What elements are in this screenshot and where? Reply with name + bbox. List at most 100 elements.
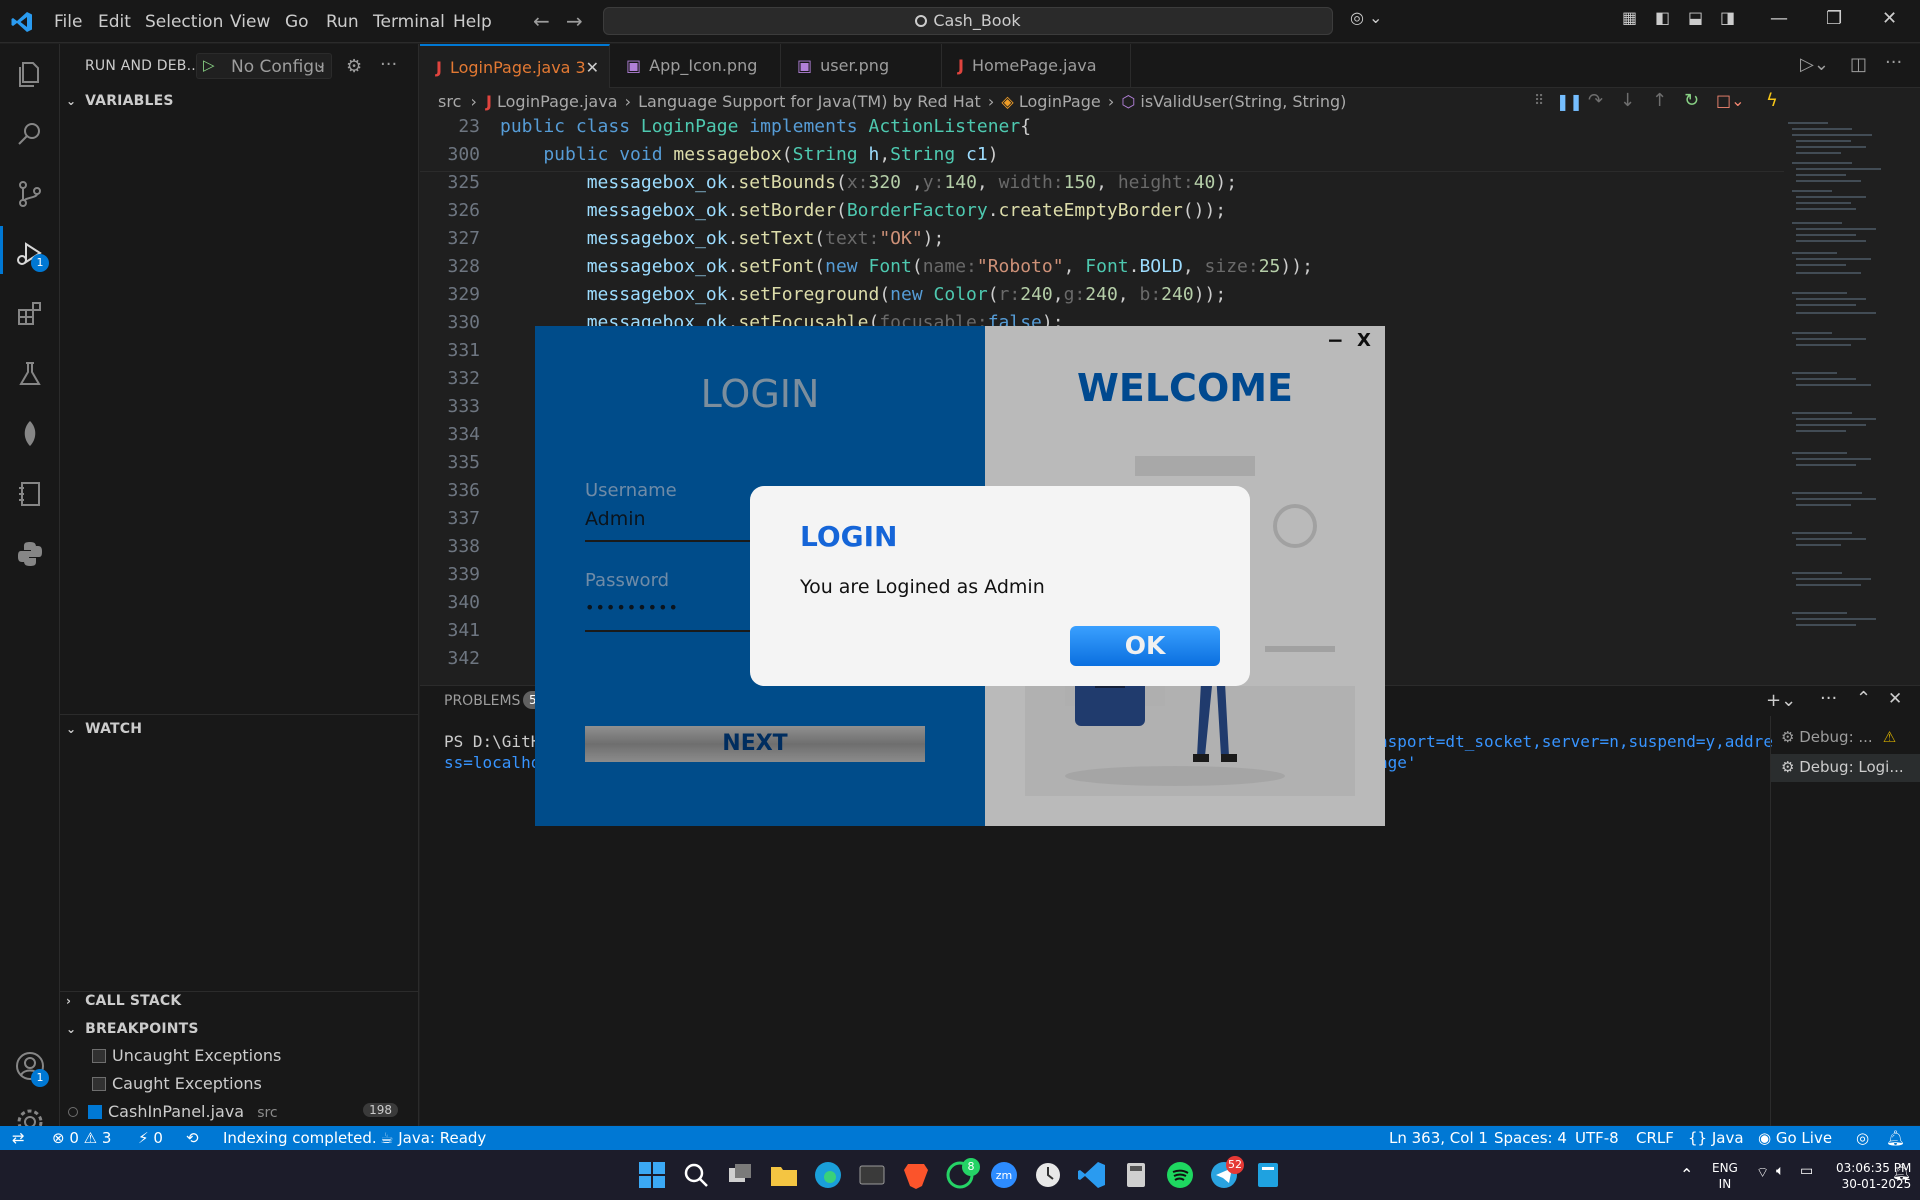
search-icon[interactable] xyxy=(14,118,46,150)
indexing-status[interactable]: Indexing completed. xyxy=(223,1129,377,1147)
python-icon[interactable] xyxy=(14,538,46,570)
input-language[interactable]: ENG IN xyxy=(1712,1160,1738,1192)
spotify-icon[interactable] xyxy=(1164,1159,1196,1191)
breadcrumb-src[interactable]: src xyxy=(438,92,461,111)
step-out-icon[interactable]: ↑ xyxy=(1652,90,1667,111)
calculator-icon[interactable] xyxy=(1120,1159,1152,1191)
menu-help[interactable]: Help xyxy=(453,12,492,32)
restart-icon[interactable]: ↻ xyxy=(1684,90,1699,111)
tab-problems[interactable]: PROBLEMS xyxy=(444,693,520,709)
stop-icon[interactable]: □⌄ xyxy=(1716,91,1745,110)
windows-start-icon[interactable] xyxy=(636,1159,668,1191)
forward-arrow-icon[interactable]: → xyxy=(566,9,583,33)
tab-homepage[interactable]: J HomePage.java xyxy=(942,44,1131,88)
new-terminal-icon[interactable]: +⌄ xyxy=(1766,690,1796,711)
settings-gear-icon[interactable]: ⚙ xyxy=(346,56,362,77)
copilot-icon[interactable]: ◎ ⌄ xyxy=(1350,8,1382,27)
breakpoint-row[interactable]: CashInPanel.java src 198 xyxy=(68,1102,408,1121)
notification-center-icon[interactable]: 🔔︎ xyxy=(1892,1163,1911,1181)
minimize-window-icon[interactable]: — xyxy=(1770,8,1788,29)
remote-icon[interactable]: ⇄ xyxy=(12,1129,25,1147)
breakpoint-row[interactable]: Uncaught Exceptions xyxy=(92,1046,281,1065)
taskbar-search-icon[interactable] xyxy=(680,1159,712,1191)
breadcrumb-class[interactable]: LoginPage xyxy=(1019,92,1101,111)
encoding[interactable]: UTF-8 xyxy=(1575,1129,1619,1147)
mongodb-leaf-icon[interactable] xyxy=(14,418,46,450)
tab-loginpage[interactable]: J LoginPage.java 3 ✕ xyxy=(420,44,610,88)
language-mode[interactable]: {} Java xyxy=(1688,1129,1744,1147)
java-app-taskbar-icon[interactable] xyxy=(1252,1159,1284,1191)
terminal-session-active[interactable]: ⚙ Debug: Logi... xyxy=(1771,754,1920,782)
java-status[interactable]: ☕ Java: Ready xyxy=(380,1129,486,1147)
go-live[interactable]: ◉ Go Live xyxy=(1758,1129,1832,1147)
menu-run[interactable]: Run xyxy=(326,12,359,32)
notifications-bell-icon[interactable]: 🔔︎ xyxy=(1886,1129,1905,1147)
menu-view[interactable]: View xyxy=(230,12,270,32)
clock-app-icon[interactable] xyxy=(1032,1159,1064,1191)
ports-status[interactable]: ⚡ 0 xyxy=(138,1129,163,1147)
start-debug-icon[interactable]: ▷ xyxy=(203,56,215,74)
more-actions-icon[interactable]: ··· xyxy=(1820,688,1837,709)
explorer-icon[interactable] xyxy=(14,58,46,90)
file-explorer-icon[interactable] xyxy=(768,1159,800,1191)
show-hidden-icons-icon[interactable]: ⌃ xyxy=(1680,1165,1693,1184)
breakpoint-checkbox[interactable] xyxy=(88,1105,102,1119)
more-actions-icon[interactable]: ··· xyxy=(380,54,397,75)
ok-button[interactable]: OK xyxy=(1070,626,1220,666)
brave-browser-icon[interactable] xyxy=(900,1159,932,1191)
tab-user-png[interactable]: ▣ user.png xyxy=(781,44,942,88)
battery-icon[interactable]: ▭ xyxy=(1800,1163,1813,1179)
indentation[interactable]: Spaces: 4 xyxy=(1494,1129,1567,1147)
tab-app-icon[interactable]: ▣ App_Icon.png xyxy=(610,44,781,88)
zoom-icon[interactable]: zm xyxy=(988,1159,1020,1191)
step-into-icon[interactable]: ↓ xyxy=(1620,90,1635,111)
watch-section-header[interactable]: ⌄ WATCH xyxy=(66,721,142,737)
breakpoint-row[interactable]: Caught Exceptions xyxy=(92,1074,262,1093)
drag-handle-icon[interactable]: ⠿ xyxy=(1534,93,1544,109)
close-window-icon[interactable]: ✕ xyxy=(1882,8,1897,29)
terminal-session[interactable]: ⚙ Debug: ... ⚠ xyxy=(1781,728,1896,746)
breakpoint-checkbox[interactable] xyxy=(92,1077,106,1091)
breadcrumb-extension[interactable]: Language Support for Java(TM) by Red Hat xyxy=(638,92,981,111)
menu-edit[interactable]: Edit xyxy=(98,12,131,32)
more-actions-icon[interactable]: ··· xyxy=(1885,52,1902,73)
edge-browser-icon[interactable] xyxy=(812,1159,844,1191)
task-view-icon[interactable] xyxy=(724,1159,756,1191)
source-control-icon[interactable] xyxy=(14,178,46,210)
notebook-icon[interactable] xyxy=(14,478,46,510)
vscode-taskbar-icon[interactable] xyxy=(1076,1159,1108,1191)
debug-config-select[interactable]: ▷ No Configu ⌄ xyxy=(196,53,332,79)
restore-window-icon[interactable]: ❐ xyxy=(1826,8,1842,29)
minimap[interactable] xyxy=(1786,112,1906,672)
menu-file[interactable]: File xyxy=(54,12,82,32)
problems-status[interactable]: ⊗ 0 ⚠ 3 xyxy=(52,1129,111,1147)
breadcrumb-file[interactable]: LoginPage.java xyxy=(497,92,618,111)
toggle-sidebar-icon[interactable]: ◧ xyxy=(1655,8,1670,27)
breadcrumb-method[interactable]: isValidUser(String, String) xyxy=(1140,92,1346,111)
menu-go[interactable]: Go xyxy=(285,12,309,32)
run-debug-split-icon[interactable]: ▷⌄ xyxy=(1800,54,1829,75)
copilot-status-icon[interactable]: ◎ xyxy=(1856,1129,1869,1147)
extensions-icon[interactable] xyxy=(14,298,46,330)
breakpoint-checkbox[interactable] xyxy=(92,1049,106,1063)
breakpoints-section-header[interactable]: ⌄ BREAKPOINTS xyxy=(66,1021,199,1037)
testing-flask-icon[interactable] xyxy=(14,358,46,390)
step-over-icon[interactable]: ↷ xyxy=(1588,90,1603,111)
call-stack-section-header[interactable]: › CALL STACK xyxy=(66,993,181,1009)
pause-icon[interactable]: ❚❚ xyxy=(1556,92,1583,111)
toggle-secondary-sidebar-icon[interactable]: ◨ xyxy=(1720,8,1735,27)
command-center-search[interactable]: Cash_Book xyxy=(603,7,1333,35)
split-editor-icon[interactable]: ◫ xyxy=(1850,54,1867,75)
menu-selection[interactable]: Selection xyxy=(145,12,223,32)
toggle-panel-icon[interactable]: ⬓ xyxy=(1688,8,1703,27)
close-panel-icon[interactable]: ✕ xyxy=(1888,689,1902,709)
variables-section-header[interactable]: ⌄ VARIABLES xyxy=(66,93,174,109)
maximize-panel-icon[interactable]: ⌃ xyxy=(1856,688,1871,709)
volume-icon[interactable]: 🔈︎ xyxy=(1776,1163,1784,1179)
close-tab-icon[interactable]: ✕ xyxy=(586,46,599,90)
cursor-position[interactable]: Ln 363, Col 1 xyxy=(1389,1129,1488,1147)
terminal-app-icon[interactable] xyxy=(856,1159,888,1191)
debug-status-icon[interactable]: ⟲ xyxy=(186,1129,199,1147)
wifi-icon[interactable]: ⌔ xyxy=(1756,1164,1769,1182)
line-ending[interactable]: CRLF xyxy=(1636,1129,1674,1147)
